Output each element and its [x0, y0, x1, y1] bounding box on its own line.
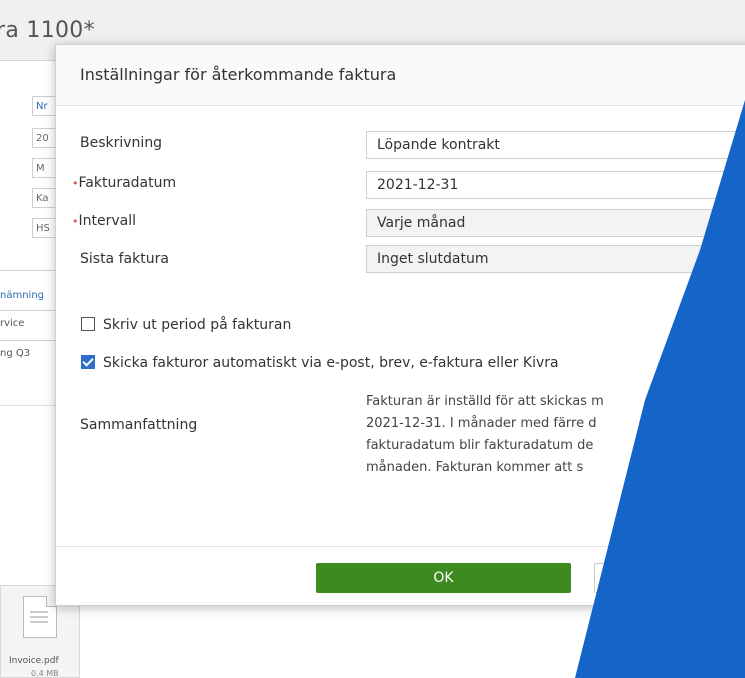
auto-send-label: Skicka fakturor automatiskt via e-post, …: [103, 355, 559, 371]
invoice-date-label: •Fakturadatum: [72, 175, 176, 191]
description-label: Beskrivning: [80, 135, 162, 151]
print-period-checkbox[interactable]: [81, 317, 95, 331]
attachment-name: Invoice.pdf: [9, 656, 59, 666]
attachment-size: 0.4 MB: [31, 669, 59, 678]
print-period-option[interactable]: Skriv ut period på fakturan: [81, 317, 291, 333]
dialog-header: Inställningar för återkommande faktura: [56, 45, 745, 106]
last-invoice-label: Sista faktura: [80, 251, 169, 267]
dialog-footer: OK: [56, 546, 745, 605]
interval-select[interactable]: Varje månad: [366, 209, 745, 237]
last-invoice-select[interactable]: Inget slutdatum: [366, 245, 745, 273]
summary-label: Sammanfattning: [80, 417, 198, 433]
auto-send-option[interactable]: Skicka fakturor automatiskt via e-post, …: [81, 355, 559, 371]
summary-line: fakturadatum blir fakturadatum de: [366, 438, 594, 453]
summary-line: Fakturan är inställd för att skickas m: [366, 394, 604, 409]
description-label-text: Beskrivning: [80, 135, 163, 151]
auto-send-checkbox[interactable]: [81, 355, 95, 369]
last-invoice-label-text: Sista faktura: [80, 251, 169, 267]
print-period-label: Skriv ut period på fakturan: [103, 317, 292, 333]
invoice-date-input[interactable]: 2021-12-31: [366, 171, 745, 199]
recurring-invoice-dialog: Inställningar för återkommande faktura B…: [55, 44, 745, 606]
summary-text: Fakturan är inställd för att skickas m 2…: [366, 391, 745, 479]
description-input[interactable]: Löpande kontrakt: [366, 131, 745, 159]
cancel-button[interactable]: [594, 563, 714, 593]
interval-label-text: Intervall: [78, 213, 137, 229]
invoice-date-label-text: Fakturadatum: [78, 175, 177, 191]
dialog-title: Inställningar för återkommande faktura: [80, 65, 397, 84]
content-area: [0, 60, 55, 406]
ok-button[interactable]: OK: [316, 563, 571, 593]
summary-line: månaden. Fakturan kommer att s: [366, 460, 584, 475]
pdf-file-icon: [23, 596, 57, 638]
invoice-title: ra 1100*: [0, 18, 95, 43]
summary-line: 2021-12-31. I månader med färre d: [366, 416, 597, 431]
interval-label: •Intervall: [72, 213, 136, 229]
